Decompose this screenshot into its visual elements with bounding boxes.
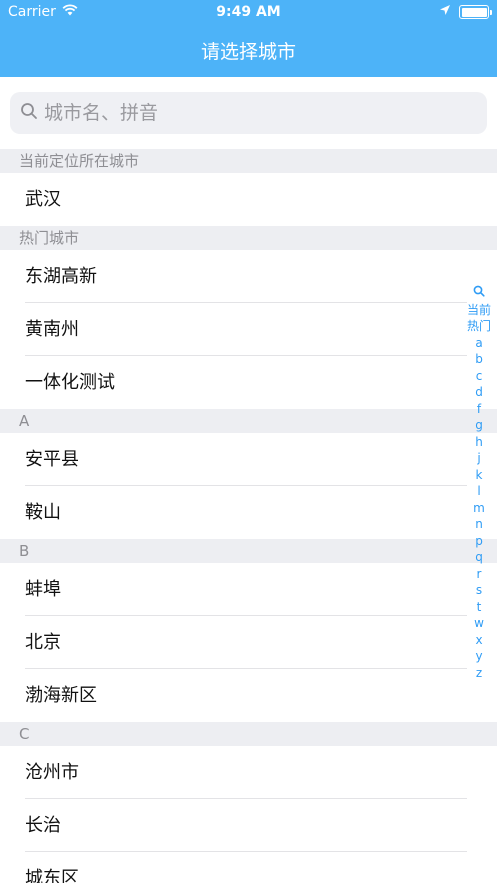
index-item[interactable]: j — [477, 450, 480, 467]
city-row[interactable]: 黄南州 — [0, 303, 497, 356]
index-item[interactable]: z — [476, 665, 482, 682]
city-row[interactable]: 城东区 — [0, 852, 497, 883]
city-row[interactable]: 沧州市 — [0, 746, 497, 799]
index-item[interactable]: p — [475, 533, 483, 550]
search-input[interactable] — [44, 102, 464, 124]
index-item[interactable]: l — [477, 483, 480, 500]
index-item[interactable]: t — [477, 599, 482, 616]
status-time: 9:49 AM — [216, 4, 281, 20]
index-item[interactable]: s — [476, 582, 482, 599]
index-item[interactable]: a — [475, 335, 482, 352]
navigation-bar: Carrier 9:49 AM 请选择城市 — [0, 0, 497, 77]
index-item[interactable]: d — [475, 384, 483, 401]
status-right — [439, 4, 492, 20]
index-item[interactable]: f — [477, 401, 481, 418]
section-header-c: C — [0, 722, 497, 746]
index-item[interactable]: r — [477, 566, 482, 583]
city-row[interactable]: 渤海新区 — [0, 669, 497, 722]
index-item[interactable]: c — [476, 368, 483, 385]
city-row[interactable]: 安平县 — [0, 433, 497, 486]
search-icon — [20, 102, 38, 124]
index-item[interactable]: w — [474, 615, 484, 632]
city-row[interactable]: 一体化测试 — [0, 356, 497, 409]
index-item[interactable]: n — [475, 516, 483, 533]
index-item[interactable]: k — [476, 467, 483, 484]
section-header-hot: 热门城市 — [0, 226, 497, 250]
status-bar: Carrier 9:49 AM — [0, 0, 497, 26]
section-header-current: 当前定位所在城市 — [0, 149, 497, 173]
city-list[interactable]: 当前定位所在城市 武汉 热门城市 东湖高新 黄南州 一体化测试 A 安平县 鞍山… — [0, 149, 497, 883]
index-item[interactable]: y — [475, 648, 482, 665]
location-arrow-icon — [439, 4, 451, 20]
battery-icon — [459, 5, 492, 19]
page-title: 请选择城市 — [200, 41, 296, 63]
index-item[interactable]: q — [475, 549, 483, 566]
index-item[interactable]: m — [473, 500, 485, 517]
section-header-b: B — [0, 539, 497, 563]
index-item-hot[interactable]: 热门 — [467, 318, 491, 335]
index-item[interactable]: g — [475, 417, 483, 434]
city-row[interactable]: 蚌埠 — [0, 563, 497, 616]
city-row[interactable]: 武汉 — [0, 173, 497, 226]
index-item[interactable]: h — [475, 434, 483, 451]
section-header-a: A — [0, 409, 497, 433]
section-index-bar[interactable]: 当前 热门 a b c d f g h j k l m n p q r s t … — [467, 285, 491, 681]
city-row[interactable]: 北京 — [0, 616, 497, 669]
index-item[interactable]: b — [475, 351, 483, 368]
search-area — [0, 77, 497, 149]
index-item[interactable]: x — [475, 632, 482, 649]
index-item-current[interactable]: 当前 — [467, 302, 491, 319]
search-bar[interactable] — [10, 92, 487, 134]
index-search-icon[interactable] — [473, 285, 485, 302]
city-row[interactable]: 东湖高新 — [0, 250, 497, 303]
city-row[interactable]: 长治 — [0, 799, 497, 852]
city-row[interactable]: 鞍山 — [0, 486, 497, 539]
